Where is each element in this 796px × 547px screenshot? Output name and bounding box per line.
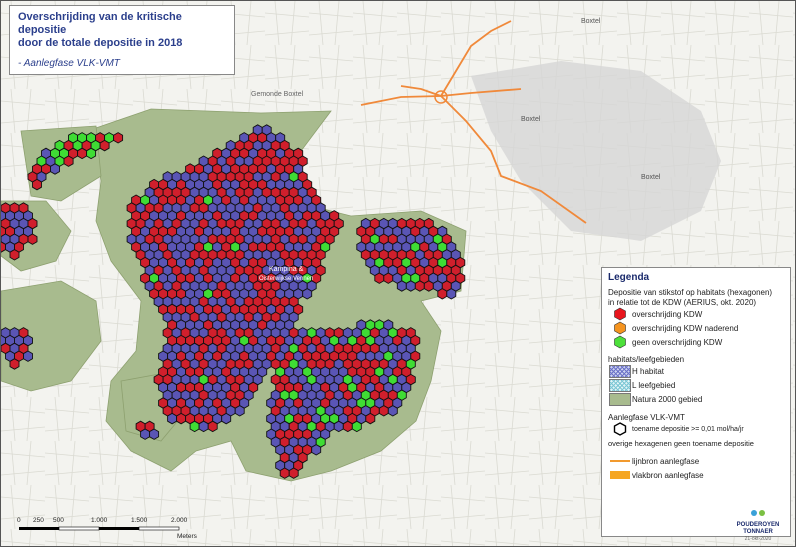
deposition-hexagon (198, 420, 209, 433)
map-frame: Boxtel Boxtel Boxtel Gemonde Boxtel Kamp… (0, 0, 796, 547)
scale-tick: 0 (17, 517, 21, 524)
red-hexagon-icon (608, 307, 632, 321)
scale-tick: 1.500 (131, 517, 148, 524)
map-title-line2: door de totale depositie in 2018 (18, 37, 183, 49)
town-label: Gemonde Boxtel (251, 91, 304, 98)
legend-item: H habitat (608, 365, 784, 379)
deposition-hexagon (279, 467, 290, 479)
legend-item: L leefgebied (608, 379, 784, 393)
deposition-hexagon (342, 420, 353, 433)
deposition-hexagon (414, 280, 425, 292)
deposition-hexagon (374, 272, 385, 284)
legend-item: Natura 2000 gebied (608, 393, 784, 407)
deposition-hexagon (302, 288, 313, 300)
deposition-hexagon (99, 139, 110, 152)
legend-item: vlakbron aanlegfase (608, 468, 784, 482)
deposition-hexagon (32, 178, 42, 191)
legend-item: toename depositie >= 0,01 mol/ha/jr (608, 422, 784, 436)
deposition-hexagon (9, 249, 20, 261)
natura-2000-swatch (609, 393, 631, 406)
outline-hexagon-icon (608, 422, 632, 436)
scale-tick: 500 (53, 517, 64, 524)
area-label: Oisterwijkse Vennen (259, 276, 313, 282)
orange-hexagon-icon (608, 321, 632, 335)
deposition-hexagon (333, 420, 344, 433)
map-subtitle: - Aanlegfase VLK-VMT (18, 58, 120, 69)
company-logo: POUDEROYEN TONNAER 21-okt-2020 (729, 507, 787, 543)
legend-item: lijnbron aanlegfase (608, 454, 784, 468)
deposition-hexagon (351, 420, 362, 433)
deposition-hexagon (396, 280, 407, 292)
deposition-hexagon (50, 163, 60, 175)
deposition-hexagon (311, 444, 322, 456)
deposition-hexagon (176, 412, 187, 425)
town-label: Boxtel (641, 174, 661, 181)
scale-bar: 0 250 500 1.000 1.500 2.000 Meters (15, 515, 197, 545)
deposition-hexagon (234, 405, 245, 417)
town-label: Boxtel (521, 116, 541, 123)
deposition-hexagon (221, 412, 232, 425)
deposition-hexagon (288, 467, 299, 479)
legend-section-aanlegfase: Aanlegfase VLK-VMT (608, 412, 685, 422)
deposition-hexagon (140, 428, 151, 440)
green-hexagon-icon (608, 335, 632, 349)
deposition-hexagon (63, 155, 74, 167)
deposition-hexagon (9, 358, 20, 370)
legend-section-habitats: habitats/leefgebieden (608, 355, 685, 364)
line-source-swatch (610, 460, 630, 462)
scale-unit: Meters (177, 533, 197, 540)
deposition-hexagon (189, 420, 200, 433)
deposition-hexagon (387, 405, 398, 417)
legend-item: overschrijding KDW naderend (608, 321, 784, 335)
scale-tick: 2.000 (171, 517, 188, 524)
deposition-hexagon (23, 350, 33, 362)
deposition-hexagon (365, 412, 376, 425)
deposition-hexagon (167, 412, 178, 425)
legend-note: overige hexagenen geen toename depositie (608, 438, 754, 448)
deposition-hexagon (77, 147, 88, 160)
h-habitat-swatch (609, 365, 631, 378)
deposition-hexagon (207, 420, 218, 433)
map-title: Overschrijding van de kritische depositi… (18, 11, 182, 36)
deposition-hexagon (383, 272, 394, 284)
legend-title: Legenda (608, 272, 650, 283)
deposition-hexagon (446, 288, 457, 300)
deposition-hexagon (405, 280, 416, 292)
deposition-hexagon (437, 288, 448, 300)
deposition-hexagon (378, 405, 389, 417)
legend-item: overschrijding KDW (608, 307, 784, 321)
deposition-hexagon (27, 233, 38, 245)
title-box: Overschrijding van de kritische depositi… (9, 5, 235, 75)
town-label: Boxtel (581, 18, 601, 25)
deposition-hexagon (149, 428, 160, 440)
deposition-hexagon (113, 132, 124, 144)
logo-mark-icon (751, 510, 765, 516)
legend-item: geen overschrijding KDW (608, 335, 784, 349)
legend-section-depositie: Depositie van stikstof op habitats (hexa… (608, 288, 773, 307)
legend-panel: Legenda Depositie van stikstof op habita… (601, 267, 791, 537)
area-label: Kampina & (269, 266, 304, 273)
scale-tick: 250 (33, 517, 44, 524)
deposition-hexagon (86, 147, 97, 160)
scale-tick: 1.000 (91, 517, 108, 524)
deposition-hexagon (423, 280, 434, 292)
area-source-swatch (610, 471, 630, 479)
l-leefgebied-swatch (609, 379, 631, 392)
